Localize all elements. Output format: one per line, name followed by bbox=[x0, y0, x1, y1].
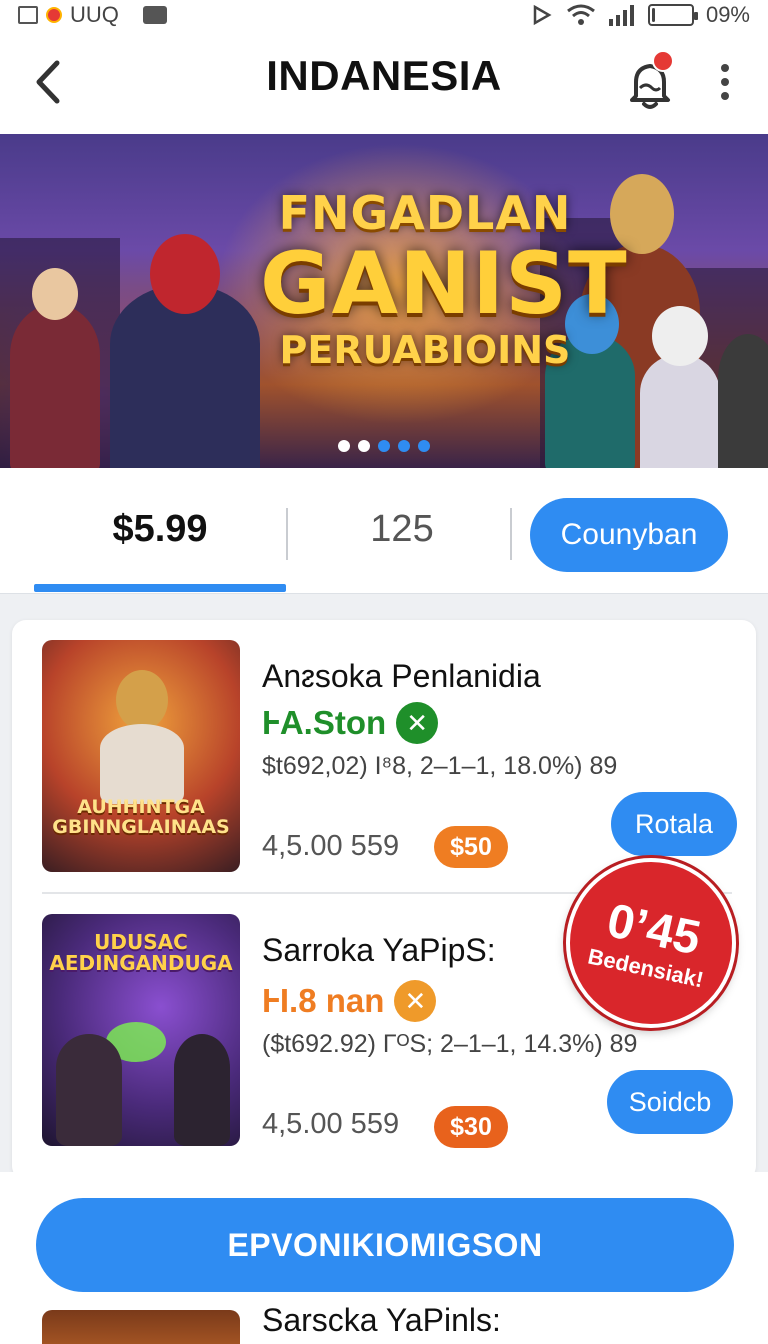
tab-divider bbox=[286, 508, 288, 560]
tab-price[interactable]: $5.99 bbox=[34, 508, 286, 551]
hero-figure bbox=[150, 234, 220, 314]
item-meta: ($t692.92) ΓᴼS; 2–1–1, 14.3%) 89 bbox=[262, 1030, 638, 1058]
carousel-dot[interactable] bbox=[378, 440, 390, 452]
message-icon bbox=[142, 6, 167, 24]
game-thumbnail[interactable] bbox=[42, 1310, 240, 1344]
carousel-dot[interactable] bbox=[358, 440, 370, 452]
item-metric: 4,5.00 559 bbox=[262, 1108, 400, 1140]
app-header: INDANESIA bbox=[0, 30, 768, 134]
status-left-text: UUQ bbox=[70, 2, 119, 27]
carousel-dot[interactable] bbox=[338, 440, 350, 452]
sim-icon bbox=[18, 6, 38, 24]
item-title: Anᴤsoka Penlanidia bbox=[262, 658, 541, 694]
wifi-icon bbox=[567, 4, 595, 25]
item-metric: 4,5.00 559 bbox=[262, 830, 400, 862]
thumbnail-caption: UDUSAC AEDINGANDUGA bbox=[49, 930, 233, 975]
status-left: UUQ bbox=[18, 2, 167, 28]
battery-icon bbox=[647, 4, 698, 26]
status-text: ⱵI.8 nan bbox=[262, 982, 385, 1019]
hero-figure bbox=[652, 306, 708, 366]
tab-cta-button[interactable]: Counyban bbox=[530, 498, 728, 572]
more-vertical-icon bbox=[721, 64, 729, 72]
nfc-icon bbox=[533, 4, 552, 26]
thumbnail-caption: AUHHINTGA GBINNGLAINAAS bbox=[52, 796, 230, 838]
thumbnail-character bbox=[100, 724, 184, 804]
game-thumbnail[interactable]: AUHHINTGA GBINNGLAINAAS bbox=[42, 640, 240, 872]
carousel-indicator[interactable] bbox=[0, 440, 768, 452]
item-title: Sarscka YaPinls: bbox=[262, 1302, 501, 1338]
item-status: ⱵI.8 nan ✕ bbox=[262, 980, 437, 1022]
more-options-button[interactable] bbox=[708, 60, 742, 104]
signal-icon bbox=[608, 5, 634, 26]
hero-figure bbox=[32, 268, 78, 320]
thumbnail-character bbox=[56, 1034, 122, 1146]
tab-divider bbox=[510, 508, 512, 560]
battery-level bbox=[651, 8, 655, 22]
item-action-button[interactable]: Soidcb bbox=[607, 1070, 733, 1134]
close-circle-icon[interactable]: ✕ bbox=[394, 980, 437, 1022]
close-circle-icon[interactable]: ✕ bbox=[396, 702, 439, 744]
app-screen: UUQ 09% INDANESIA FNGADLAN GANIST PERUAB… bbox=[0, 0, 768, 1344]
price-badge: $50 bbox=[434, 826, 508, 868]
status-text: ⱵA.Ston bbox=[262, 704, 387, 741]
battery-percent: 09% bbox=[705, 2, 750, 27]
app-notification-icon bbox=[46, 7, 62, 23]
tab-count[interactable]: 125 bbox=[292, 508, 512, 551]
primary-cta-button[interactable]: EPVONIKIOMIGSON bbox=[36, 1198, 734, 1292]
item-status: ⱵA.Ston ✕ bbox=[262, 702, 439, 744]
status-right: 09% bbox=[530, 2, 750, 28]
item-action-button[interactable]: Rotala bbox=[611, 792, 737, 856]
tab-bar: $5.99 125 Counyban bbox=[0, 468, 768, 594]
banner-headline: FNGADLAN GANIST PERUABIOINS bbox=[260, 186, 628, 372]
more-vertical-icon bbox=[721, 78, 729, 86]
promo-banner[interactable]: FNGADLAN GANIST PERUABIOINS bbox=[0, 134, 768, 468]
banner-line-2: GANIST bbox=[260, 234, 628, 334]
price-badge: $30 bbox=[434, 1106, 508, 1148]
item-title: Sarroka YaPipS: bbox=[262, 932, 496, 968]
carousel-dot[interactable] bbox=[398, 440, 410, 452]
carousel-dot[interactable] bbox=[418, 440, 430, 452]
thumbnail-character bbox=[116, 670, 168, 730]
game-thumbnail[interactable]: UDUSAC AEDINGANDUGA bbox=[42, 914, 240, 1146]
banner-line-1: FNGADLAN bbox=[278, 186, 572, 240]
notification-button[interactable] bbox=[622, 50, 678, 112]
thumbnail-character bbox=[174, 1034, 230, 1146]
banner-line-3: PERUABIOINS bbox=[279, 328, 571, 372]
list-item[interactable]: AUHHINTGA GBINNGLAINAAS Anᴤsoka Penlanid… bbox=[12, 620, 756, 890]
active-tab-indicator bbox=[34, 584, 286, 592]
status-bar: UUQ 09% bbox=[0, 0, 768, 30]
notification-badge bbox=[652, 50, 674, 72]
item-meta: $t692,02) I⁸8, 2–1–1, 18.0%) 89 bbox=[262, 752, 618, 780]
more-vertical-icon bbox=[721, 92, 729, 100]
